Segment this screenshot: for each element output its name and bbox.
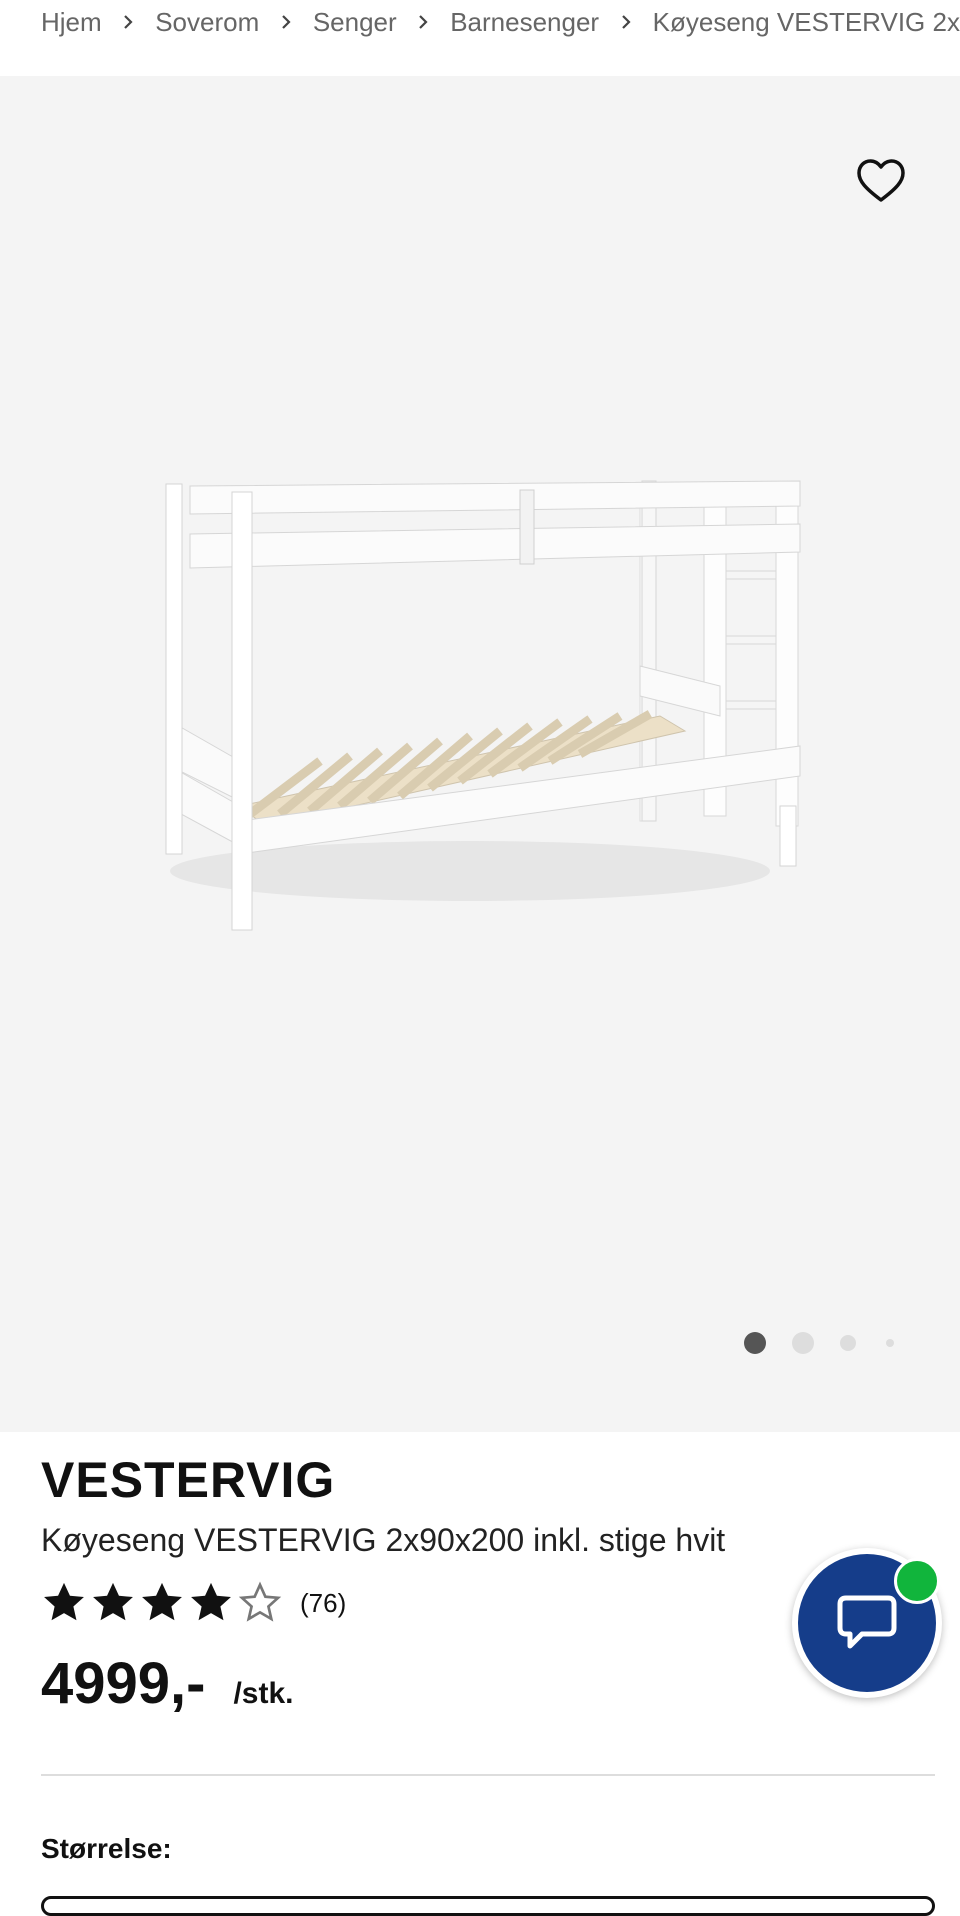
divider — [41, 1774, 935, 1776]
product-price: 4999,- — [41, 1651, 206, 1716]
breadcrumb-soverom[interactable]: Soverom — [155, 6, 259, 38]
review-count[interactable]: (76) — [300, 1588, 346, 1619]
chat-bubble-icon — [837, 1595, 897, 1649]
star-icon — [142, 1582, 182, 1621]
pagination-dot[interactable] — [792, 1332, 814, 1354]
price-unit: /stk. — [233, 1677, 294, 1710]
breadcrumb-senger[interactable]: Senger — [313, 6, 397, 38]
online-status-indicator — [894, 1558, 940, 1604]
product-image — [165, 480, 801, 931]
chevron-right-icon — [397, 6, 451, 38]
pagination-dot[interactable] — [840, 1335, 856, 1351]
chevron-right-icon — [102, 6, 156, 38]
gallery-pagination[interactable] — [744, 1332, 894, 1354]
size-label: Størrelse: — [41, 1833, 172, 1864]
chevron-right-icon — [259, 6, 313, 38]
pagination-dot[interactable] — [886, 1339, 894, 1347]
product-info: VESTERVIG Køyeseng VESTERVIG 2x90x200 in… — [41, 1432, 921, 1717]
size-select[interactable] — [41, 1896, 935, 1916]
price-row: 4999,- /stk. — [41, 1650, 921, 1717]
breadcrumb-barnesenger[interactable]: Barnesenger — [450, 6, 599, 38]
star-outline-icon — [238, 1581, 282, 1622]
star-icon — [44, 1582, 84, 1621]
product-gallery[interactable] — [0, 76, 960, 1432]
chevron-right-icon — [599, 6, 653, 38]
breadcrumb-home[interactable]: Hjem — [41, 6, 102, 38]
breadcrumb-current: Køyeseng VESTERVIG 2x — [652, 7, 960, 37]
star-icon — [191, 1582, 231, 1621]
star-icon — [93, 1582, 133, 1621]
product-description: Køyeseng VESTERVIG 2x90x200 inkl. stige … — [41, 1522, 726, 1558]
product-brand: VESTERVIG — [41, 1452, 336, 1508]
product-rating[interactable]: (76) — [41, 1578, 921, 1628]
chat-button[interactable] — [792, 1548, 942, 1698]
breadcrumb: Hjem Soverom Senger Barnesenger Køyeseng… — [41, 0, 960, 76]
pagination-dot-active[interactable] — [744, 1332, 766, 1354]
heart-outline-icon[interactable] — [855, 156, 907, 208]
